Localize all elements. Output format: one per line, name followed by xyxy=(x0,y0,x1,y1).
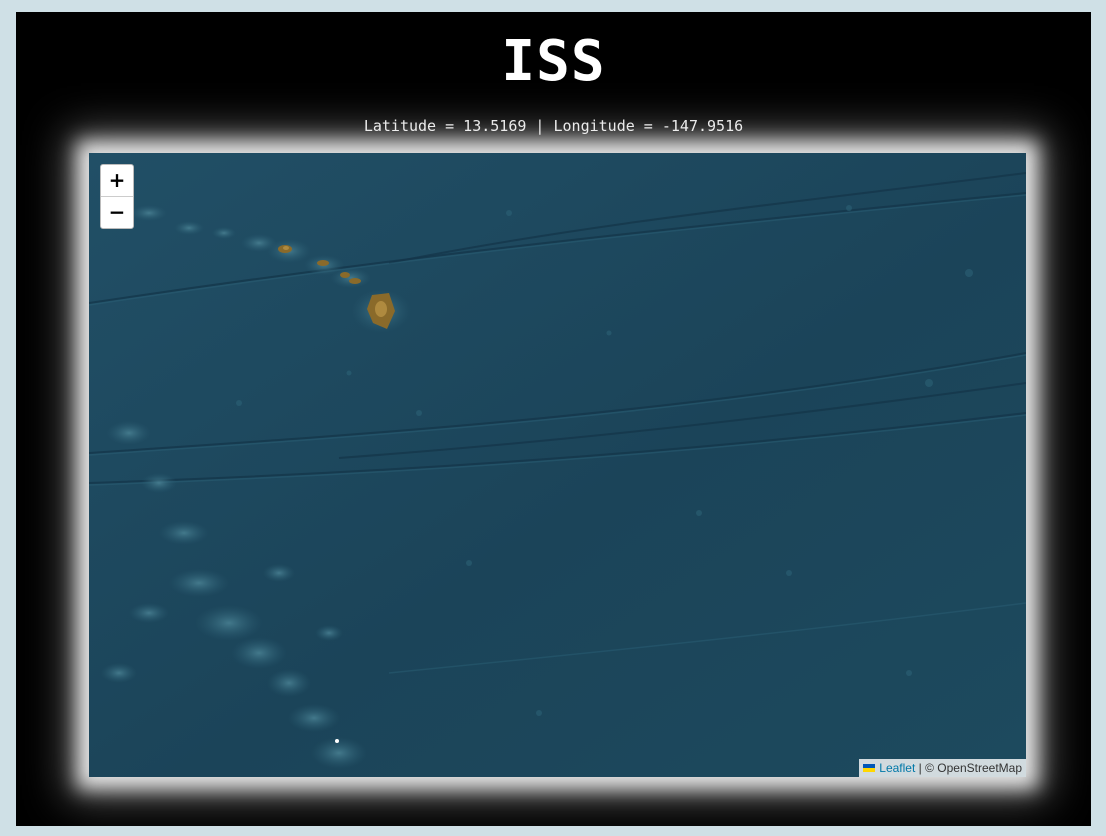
ukraine-flag-icon xyxy=(863,763,876,772)
page-title: ISS xyxy=(501,29,606,94)
leaflet-link[interactable]: Leaflet xyxy=(879,761,915,775)
coordinates-readout: Latitude = 13.5169 | Longitude = -147.95… xyxy=(363,117,744,135)
map-tiles[interactable] xyxy=(89,153,1026,777)
zoom-in-button[interactable]: + xyxy=(101,165,133,196)
zoom-control: + − xyxy=(100,164,134,229)
attribution-separator: | xyxy=(915,761,926,775)
osm-attribution: © OpenStreetMap xyxy=(925,761,1022,775)
map-attribution: Leaflet | © OpenStreetMap xyxy=(859,759,1026,777)
zoom-out-button[interactable]: − xyxy=(101,196,133,228)
map-view[interactable]: + − Leaflet | © OpenStreetMap xyxy=(89,153,1026,777)
page-frame: ISS Latitude = 13.5169 | Longitude = -14… xyxy=(16,12,1091,826)
